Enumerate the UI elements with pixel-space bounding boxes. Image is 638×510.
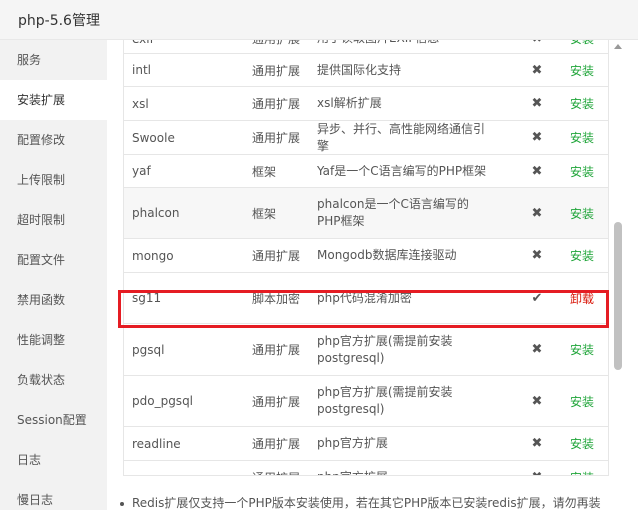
ext-type: 通用扩展 <box>252 63 301 78</box>
bullet-icon <box>120 501 124 506</box>
table-row: pgsql 通用扩展 php官方扩展(需提前安装postgresql) ✖ 安装 <box>124 324 608 376</box>
ext-name: intl <box>132 63 151 77</box>
ext-name: exif <box>132 40 242 53</box>
scrollbar-thumb[interactable] <box>614 222 622 370</box>
sidebar-item-disabled-functions[interactable]: 禁用函数 <box>0 280 107 320</box>
table-row: snmp 通用扩展 php官方扩展 ✖ 安装 <box>124 461 608 476</box>
install-button[interactable]: 安装 <box>570 461 608 475</box>
install-button[interactable]: 安装 <box>570 54 608 86</box>
table-row: pdo_pgsql 通用扩展 php官方扩展(需提前安装postgresql) … <box>124 376 608 427</box>
ext-type: 通用扩展 <box>252 40 312 53</box>
install-button[interactable]: 安装 <box>570 239 608 272</box>
ext-name: phalcon <box>132 206 180 220</box>
sidebar-item-config-file[interactable]: 配置文件 <box>0 240 107 280</box>
ext-desc: 用于读取图片EXIF信息 <box>317 40 492 53</box>
ext-name: mongo <box>132 248 174 263</box>
cross-icon: ✖ <box>531 248 543 263</box>
ext-type: 通用扩展 <box>252 131 301 145</box>
table-row: Swoole 通用扩展 异步、并行、高性能网络通信引擎 ✖ 安装 <box>124 121 608 155</box>
cross-icon: ✖ <box>527 461 547 475</box>
cross-icon: ✖ <box>531 436 543 451</box>
ext-type: 通用扩展 <box>252 249 301 263</box>
install-button[interactable]: 安装 <box>570 376 608 426</box>
cross-icon: ✖ <box>527 40 547 53</box>
install-button[interactable]: 安装 <box>570 324 608 375</box>
extension-table: exif 通用扩展 用于读取图片EXIF信息 ✖ 安装 intl 通用扩展 提供… <box>123 40 609 476</box>
ext-desc: php代码混淆加密 <box>317 290 412 305</box>
check-icon: ✔ <box>531 290 543 306</box>
ext-desc: Mongodb数据库连接驱动 <box>317 248 457 262</box>
ext-name: pdo_pgsql <box>132 394 194 408</box>
ext-type: 通用扩展 <box>252 437 301 451</box>
cross-icon: ✖ <box>531 163 543 179</box>
sidebar-item-timeout-limit[interactable]: 超时限制 <box>0 200 107 240</box>
install-button[interactable]: 安装 <box>570 87 608 120</box>
ext-desc: php官方扩展 <box>317 436 388 450</box>
ext-name: sg11 <box>132 291 162 305</box>
cross-icon: ✖ <box>531 62 543 78</box>
install-button[interactable]: 安装 <box>570 427 608 460</box>
ext-type: 脚本加密 <box>252 291 301 306</box>
window-title: php-5.6管理 <box>18 13 100 29</box>
cross-icon: ✖ <box>531 393 543 409</box>
ext-type: 框架 <box>252 206 277 221</box>
ext-name: xsl <box>132 96 149 111</box>
table-row: exif 通用扩展 用于读取图片EXIF信息 ✖ 安装 <box>124 40 608 54</box>
ext-type: 通用扩展 <box>252 97 301 111</box>
install-note-text: Redis扩展仅支持一个PHP版本安装使用，若在其它PHP版本已安装redis扩… <box>132 496 601 510</box>
ext-type: 通用扩展 <box>252 394 301 409</box>
ext-desc: 提供国际化支持 <box>317 62 402 77</box>
ext-desc: php官方扩展(需提前安装postgresql) <box>317 333 453 365</box>
cross-icon: ✖ <box>531 205 543 221</box>
sidebar: 服务 安装扩展 配置修改 上传限制 超时限制 配置文件 禁用函数 性能调整 负载… <box>0 40 107 510</box>
sidebar-item-log[interactable]: 日志 <box>0 440 107 480</box>
install-button[interactable]: 安装 <box>570 155 608 187</box>
ext-desc: php官方扩展 <box>317 461 492 475</box>
cross-icon: ✖ <box>531 342 543 357</box>
sidebar-item-config-modify[interactable]: 配置修改 <box>0 120 107 160</box>
ext-name: pgsql <box>132 342 165 357</box>
table-row: phalcon 框架 phalcon是一个C语言编写的PHP框架 ✖ 安装 <box>124 188 608 239</box>
sidebar-item-upload-limit[interactable]: 上传限制 <box>0 160 107 200</box>
cross-icon: ✖ <box>531 96 543 111</box>
sidebar-item-service[interactable]: 服务 <box>0 40 107 80</box>
table-row: sg11 脚本加密 php代码混淆加密 ✔ 卸载 <box>124 273 608 324</box>
ext-name: yaf <box>132 164 151 178</box>
sidebar-item-performance[interactable]: 性能调整 <box>0 320 107 360</box>
ext-desc: 异步、并行、高性能网络通信引擎 <box>317 121 486 153</box>
uninstall-button[interactable]: 卸载 <box>570 273 608 323</box>
install-button[interactable]: 安装 <box>570 188 608 238</box>
ext-type: 框架 <box>252 164 277 179</box>
sidebar-item-install-extension[interactable]: 安装扩展 <box>0 80 107 120</box>
ext-name: snmp <box>132 461 242 476</box>
table-row: intl 通用扩展 提供国际化支持 ✖ 安装 <box>124 54 608 87</box>
ext-type: 通用扩展 <box>252 343 301 357</box>
install-note: Redis扩展仅支持一个PHP版本安装使用，若在其它PHP版本已安装redis扩… <box>120 494 620 510</box>
sidebar-item-session-config[interactable]: Session配置 <box>0 400 107 440</box>
ext-name: readline <box>132 436 181 451</box>
ext-name: Swoole <box>132 130 175 145</box>
sidebar-item-slow-log[interactable]: 慢日志 <box>0 480 107 510</box>
sidebar-item-load-status[interactable]: 负载状态 <box>0 360 107 400</box>
install-button[interactable]: 安装 <box>570 40 608 53</box>
ext-desc: phalcon是一个C语言编写的PHP框架 <box>317 197 469 228</box>
ext-type: 通用扩展 <box>252 461 312 475</box>
table-row: readline 通用扩展 php官方扩展 ✖ 安装 <box>124 427 608 461</box>
table-row: mongo 通用扩展 Mongodb数据库连接驱动 ✖ 安装 <box>124 239 608 273</box>
ext-desc: Yaf是一个C语言编写的PHP框架 <box>317 163 487 178</box>
scroll-up-arrow-icon[interactable] <box>612 42 624 52</box>
cross-icon: ✖ <box>531 130 543 145</box>
table-row: yaf 框架 Yaf是一个C语言编写的PHP框架 ✖ 安装 <box>124 155 608 188</box>
table-row: xsl 通用扩展 xsl解析扩展 ✖ 安装 <box>124 87 608 121</box>
install-button[interactable]: 安装 <box>570 121 608 154</box>
ext-desc: php官方扩展(需提前安装postgresql) <box>317 385 453 416</box>
main-panel: exif 通用扩展 用于读取图片EXIF信息 ✖ 安装 intl 通用扩展 提供… <box>107 40 638 510</box>
window-titlebar: php-5.6管理 <box>0 0 638 40</box>
ext-desc: xsl解析扩展 <box>317 96 382 110</box>
